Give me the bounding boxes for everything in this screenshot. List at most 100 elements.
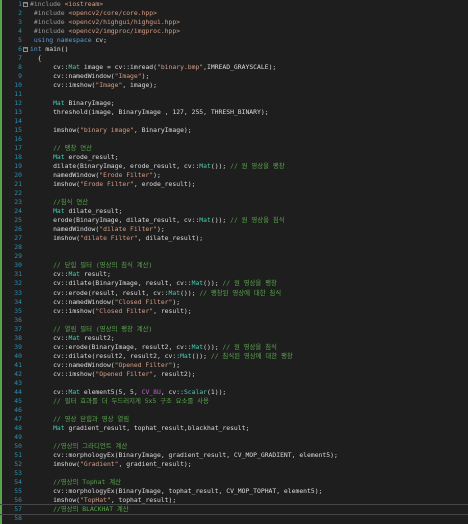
line-number: 55 <box>14 486 22 495</box>
code-line[interactable]: 49 <box>0 433 468 442</box>
line-number: 42 <box>14 369 22 378</box>
line-number: 21 <box>14 180 22 189</box>
code-line[interactable]: 46 <box>0 406 468 415</box>
code-line[interactable]: 43 <box>0 379 468 388</box>
code-text: cv::dilate(BinaryImage, result, cv::Mat(… <box>30 279 277 288</box>
code-line[interactable]: 36 <box>0 316 468 325</box>
code-line[interactable]: 32 cv::dilate(BinaryImage, result, cv::M… <box>0 279 468 288</box>
line-number: 27 <box>14 234 22 243</box>
code-token: , cv:: <box>160 387 184 396</box>
code-text: cv::Mat element5(5, 5, CV_8U, cv::Scalar… <box>30 388 226 397</box>
code-token: // 원 영상을 팽창 <box>222 279 277 288</box>
code-line[interactable]: 11 <box>0 90 468 99</box>
code-line[interactable]: 34 cv::namedWindow("Closed Filter"); <box>0 298 468 307</box>
code-line[interactable]: 18 Mat erode_result; <box>0 153 468 162</box>
code-line[interactable]: 7 { <box>0 54 468 63</box>
code-text: // 팽창 연산 <box>30 144 92 153</box>
code-text: // 닫힘 필터 (영상의 침식 계산) <box>30 261 152 270</box>
code-line[interactable]: 4 #include <opencv2/imgproc/imgproc.hpp> <box>0 27 468 36</box>
code-line[interactable]: 2 #include <opencv2/core/core.hpp> <box>0 9 468 18</box>
code-area[interactable]: 1− #include <iostream> 2 #include <opencv2… <box>0 0 468 523</box>
code-line[interactable]: 57 //영상의 BLACKHAT 계산 <box>0 503 468 515</box>
code-line[interactable]: 38 cv::Mat result2; <box>0 334 468 343</box>
code-line[interactable]: 27 imshow("dilate Filter", dilate_result… <box>0 234 468 243</box>
code-line[interactable]: 20 namedWindow("Erode Filter"); <box>0 171 468 180</box>
code-line[interactable]: 10 cv::imshow("Image", image); <box>0 81 468 90</box>
code-line[interactable]: 50 //영상의 그라디언트 계산 <box>0 442 468 451</box>
code-text: cv::erode(BinaryImage, result2, cv::Mat(… <box>30 343 277 352</box>
code-line[interactable]: 45 // 필터 효과를 더 두드러지게 5x5 구조 요소를 사용 <box>0 397 468 406</box>
code-token: // 필터 효과를 더 두드러지게 5x5 구조 요소를 사용 <box>30 396 209 405</box>
code-line[interactable]: 44 cv::Mat element5(5, 5, CV_8U, cv::Sca… <box>0 388 468 397</box>
code-line[interactable]: 25 erode(BinaryImage, dilate_result, cv:… <box>0 216 468 225</box>
code-text: imshow("TopHat", tophat_result); <box>30 496 176 505</box>
code-token: Mat <box>30 99 65 108</box>
code-text: #include <opencv2/imgproc/imgproc.hpp> <box>30 27 180 36</box>
code-token: "Image" <box>114 72 142 81</box>
code-line[interactable]: 55 cv::morphologyEx(BinaryImage, tophat_… <box>0 487 468 496</box>
code-line[interactable]: 15 imshow("binary image", BinaryImage); <box>0 126 468 135</box>
code-token: // 침식된 영상에 대한 팽창 <box>210 351 293 360</box>
code-token: "dilate Filter" <box>99 225 157 234</box>
code-line[interactable]: 47 // 영상 닫힘과 영상 열림 <box>0 415 468 424</box>
code-line[interactable]: 53 <box>0 469 468 478</box>
code-line[interactable]: 37 // 열림 필터 (영상의 팽창 계산) <box>0 325 468 334</box>
line-number: 29 <box>14 252 22 261</box>
code-line[interactable]: 48 Mat gradient_result, tophat_result,bl… <box>0 424 468 433</box>
code-line[interactable]: 12 Mat BinaryImage; <box>0 99 468 108</box>
code-line[interactable]: 19 dilate(BinaryImage, erode_result, cv:… <box>0 162 468 171</box>
code-line[interactable]: 26 namedWindow("dilate Filter"); <box>0 225 468 234</box>
line-number: 1 <box>18 0 22 8</box>
code-line[interactable]: 5 using namespace cv; <box>0 36 468 45</box>
code-line[interactable]: 8 cv::Mat image = cv::imread("binary.bmp… <box>0 63 468 72</box>
code-line[interactable]: 23 //침식 연산 <box>0 198 468 207</box>
code-line[interactable]: 3 #include <opencv2/highgui/highgui.hpp> <box>0 18 468 27</box>
code-token: ); <box>172 360 181 369</box>
code-token: cv:: <box>30 333 69 342</box>
code-line[interactable]: 28 <box>0 243 468 252</box>
code-token: imshow( <box>30 126 81 135</box>
code-line[interactable]: 41 cv::namedWindow("Opened Filter"); <box>0 361 468 370</box>
code-line[interactable]: 39 cv::erode(BinaryImage, result2, cv::M… <box>0 343 468 352</box>
code-line[interactable]: 6− int main() <box>0 45 468 54</box>
code-token: <opencv2/core/core.hpp> <box>68 9 157 18</box>
code-line[interactable]: 33 cv::erode(result, result, cv::Mat());… <box>0 289 468 298</box>
code-token: cv::namedWindow( <box>30 297 115 306</box>
code-text: using namespace cv; <box>30 36 107 45</box>
code-line[interactable]: 40 cv::dilate(result2, result2, cv::Mat(… <box>0 352 468 361</box>
code-line[interactable]: 1− #include <iostream> <box>0 0 468 9</box>
code-line[interactable]: 13 threshold(image, BinaryImage , 127, 2… <box>0 108 468 117</box>
code-line[interactable]: 35 cv::imshow("Closed Filter", result); <box>0 307 468 316</box>
code-token: "Closed Filter" <box>114 297 173 306</box>
fold-toggle-icon[interactable]: − <box>23 2 28 7</box>
code-line[interactable]: 22 <box>0 189 468 198</box>
line-number: 25 <box>14 216 22 225</box>
code-token: cv::namedWindow( <box>30 72 115 81</box>
code-token: #include <box>30 0 65 8</box>
code-line[interactable]: 17 // 팽창 연산 <box>0 144 468 153</box>
code-line[interactable]: 51 cv::morphologyEx(BinaryImage, gradien… <box>0 451 468 460</box>
code-line[interactable]: 58 <box>0 514 468 523</box>
code-text: imshow("Gradient", gradient_result); <box>30 460 192 469</box>
line-number: 23 <box>14 198 22 207</box>
code-line[interactable]: 9 cv::namedWindow("Image"); <box>0 72 468 81</box>
code-line[interactable]: 16 <box>0 135 468 144</box>
code-line[interactable]: 54 //영상의 Tophat 계산 <box>0 478 468 487</box>
code-token: Mat <box>30 153 65 162</box>
code-token: dilate(BinaryImage, erode_result, cv:: <box>30 162 200 171</box>
line-number: 34 <box>14 297 22 306</box>
code-token: , image); <box>122 81 157 90</box>
code-token: Mat <box>180 351 192 360</box>
code-line[interactable]: 14 <box>0 117 468 126</box>
code-line[interactable]: 56 imshow("TopHat", tophat_result); <box>0 496 468 505</box>
fold-toggle-icon[interactable]: − <box>23 47 28 53</box>
code-line[interactable]: 21 imshow("Erode Filter", erode_result); <box>0 180 468 189</box>
line-number: 54 <box>14 477 22 486</box>
line-number: 20 <box>14 171 22 180</box>
code-token: "binary.bmp" <box>156 63 204 72</box>
code-text: //영상의 BLACKHAT 계산 <box>30 505 129 514</box>
code-line[interactable]: 30 // 닫힘 필터 (영상의 침식 계산) <box>0 261 468 270</box>
code-line[interactable]: 42 cv::imshow("Opened Filter", result2); <box>0 370 468 379</box>
code-editor[interactable]: 1− #include <iostream> 2 #include <opencv2… <box>0 0 468 524</box>
code-line[interactable]: 52 imshow("Gradient", gradient_result); <box>0 460 468 469</box>
